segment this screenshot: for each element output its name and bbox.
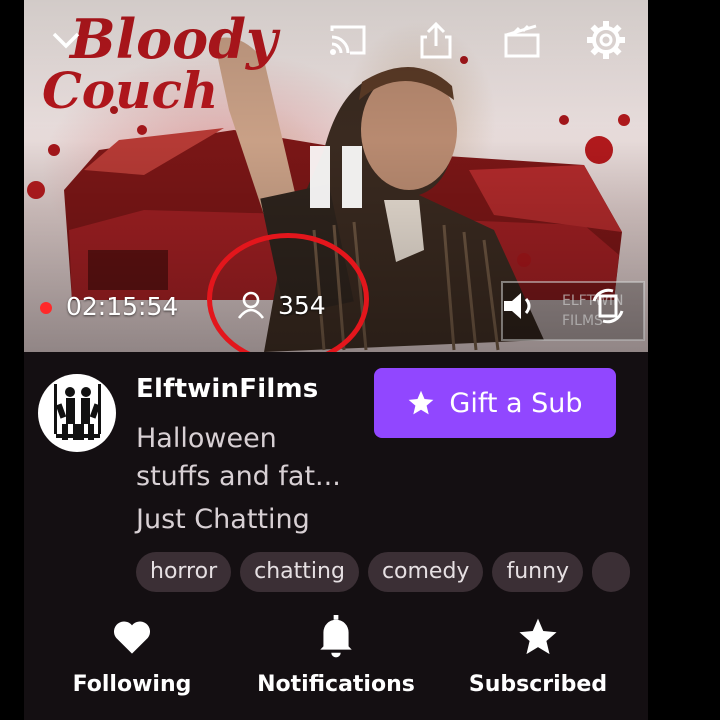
gift-a-sub-label: Gift a Sub bbox=[449, 387, 583, 419]
share-button[interactable] bbox=[414, 18, 458, 62]
volume-button[interactable] bbox=[498, 284, 542, 328]
avatar[interactable] bbox=[38, 374, 116, 452]
notifications-label: Notifications bbox=[257, 672, 415, 697]
stream-duration: 02:15:54 bbox=[66, 292, 179, 321]
share-icon bbox=[420, 21, 452, 59]
tag-comedy[interactable]: comedy bbox=[367, 552, 484, 592]
live-indicator bbox=[40, 302, 52, 314]
clip-icon bbox=[504, 24, 540, 58]
following-button[interactable]: Following bbox=[52, 612, 212, 708]
pause-button[interactable] bbox=[302, 142, 372, 214]
settings-button[interactable] bbox=[584, 18, 628, 62]
video-player[interactable]: Bloody Couch ELFTWIN FILMS bbox=[24, 0, 648, 352]
notifications-button[interactable]: Notifications bbox=[256, 612, 416, 708]
star-icon bbox=[519, 618, 557, 655]
subscribed-label: Subscribed bbox=[468, 672, 608, 697]
tag-funny[interactable]: funny bbox=[492, 552, 584, 592]
following-label: Following bbox=[72, 672, 192, 697]
cast-button[interactable] bbox=[326, 18, 370, 62]
minimize-button[interactable] bbox=[44, 18, 88, 62]
heart-icon bbox=[113, 621, 151, 654]
app-screen: Bloody Couch ELFTWIN FILMS bbox=[24, 0, 648, 720]
tag-horror[interactable]: horror bbox=[136, 552, 232, 592]
stream-category[interactable]: Just Chatting bbox=[136, 504, 310, 535]
gift-a-sub-button[interactable]: Gift a Sub bbox=[374, 368, 616, 438]
rotate-button[interactable] bbox=[586, 284, 630, 328]
tag-overflow[interactable] bbox=[592, 552, 631, 592]
channel-logo bbox=[54, 384, 101, 440]
volume-icon bbox=[504, 293, 531, 319]
rotate-icon bbox=[592, 288, 624, 324]
cast-icon bbox=[330, 25, 366, 55]
tag-list: horror chatting comedy funny bbox=[136, 552, 648, 592]
star-icon bbox=[409, 390, 434, 415]
tag-chatting[interactable]: chatting bbox=[240, 552, 359, 592]
clip-button[interactable] bbox=[500, 18, 544, 62]
settings-icon bbox=[587, 21, 625, 59]
stream-title-line2: stuffs and fat... bbox=[136, 461, 341, 492]
stream-title-line1: Halloween bbox=[136, 423, 277, 454]
bell-icon bbox=[320, 615, 352, 658]
chevron-down-icon bbox=[52, 32, 80, 49]
channel-name[interactable]: ElftwinFilms bbox=[136, 374, 318, 404]
subscribed-button[interactable]: Subscribed bbox=[458, 612, 618, 708]
stream-title: Halloween stuffs and fat... bbox=[136, 420, 386, 496]
